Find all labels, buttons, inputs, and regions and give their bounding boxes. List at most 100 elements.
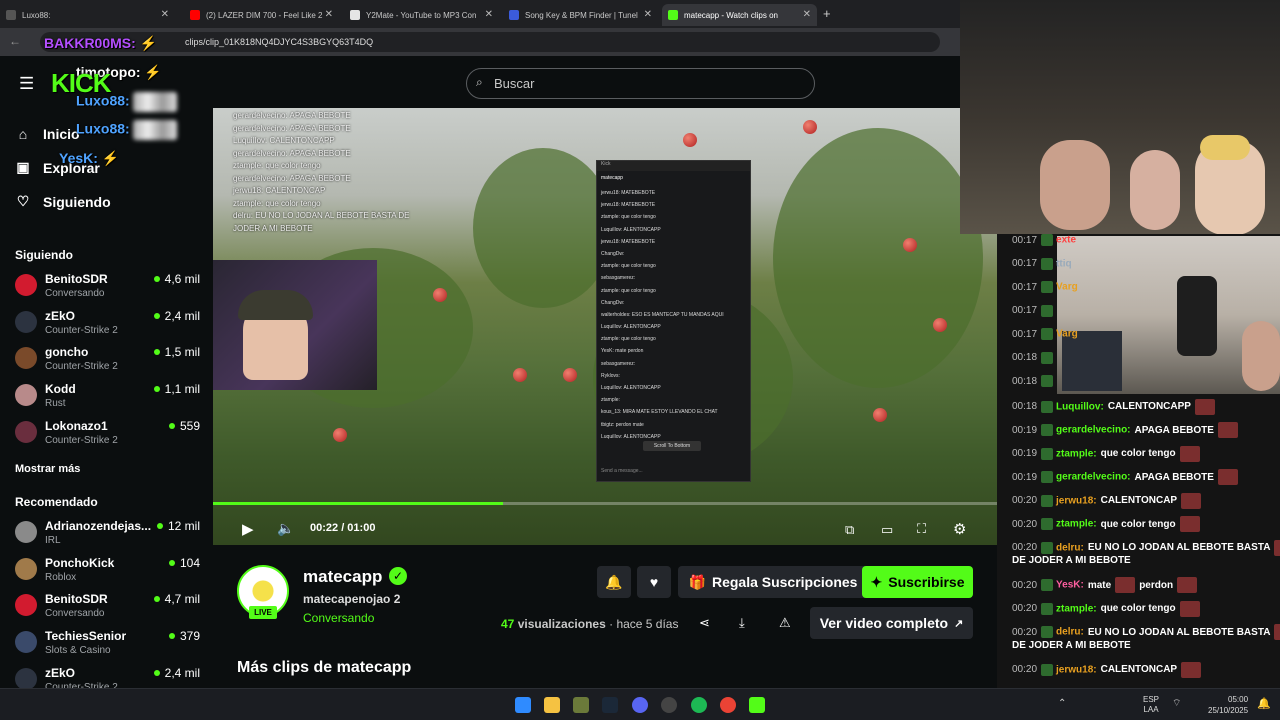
nav-siguiendo[interactable]: ♡ Siguiendo — [16, 193, 111, 210]
full-video-button[interactable]: Ver video completo ↗ — [810, 607, 973, 639]
channel-name: zEkO — [45, 308, 76, 323]
settings-icon[interactable]: ⚙ — [953, 520, 966, 538]
tab-2[interactable]: (2) LAZER DIM 700 - Feel Like 2 ✕ — [184, 4, 339, 26]
chat-username[interactable]: jerwu18: — [1056, 495, 1097, 506]
chat-username[interactable]: ztample: — [1056, 519, 1097, 530]
fullscreen-icon[interactable]: ⛶ — [917, 521, 926, 537]
viewer-count: 2,4 mil — [154, 666, 200, 680]
chat-username[interactable]: YesK: — [1056, 580, 1084, 591]
inner-chat-input[interactable]: Send a message... — [601, 465, 719, 477]
show-more-link[interactable]: Mostrar más — [15, 463, 80, 475]
tray-chevron-icon[interactable]: ⌃ — [1058, 698, 1066, 709]
clock[interactable]: 05:00 25/10/2025 — [1208, 694, 1248, 716]
notification-bell-button[interactable]: 🔔 — [597, 566, 631, 598]
hamburger-menu-icon[interactable]: ☰ — [19, 74, 34, 94]
recommended-channel-row[interactable]: PonchoKick Roblox 104 — [15, 556, 200, 590]
volume-icon[interactable]: 🔈 — [277, 520, 294, 537]
inner-chat-line: ztample: que color tengo — [601, 336, 656, 343]
chat-username[interactable]: ztample: — [1056, 603, 1097, 614]
download-icon[interactable]: ⤓ — [739, 615, 745, 631]
tab-3[interactable]: Y2Mate - YouTube to MP3 Con ✕ — [344, 4, 499, 26]
following-channel-row[interactable]: goncho Counter-Strike 2 1,5 mil — [15, 345, 200, 379]
url-field[interactable]: clips/clip_01K818NQ4DJYC4S3BGYQ63T4DQ — [40, 32, 940, 52]
tab-5-active[interactable]: matecapp - Watch clips on ✕ — [662, 4, 817, 26]
pip-icon[interactable]: ⧉ — [845, 522, 854, 538]
chat-username[interactable]: ttiq — [1056, 258, 1072, 269]
language-indicator[interactable]: ESP LAA — [1143, 695, 1159, 715]
theater-icon[interactable]: ▭ — [881, 522, 893, 538]
chat-username[interactable]: delru: — [1056, 542, 1084, 553]
chat-username[interactable]: Varg — [1056, 329, 1078, 340]
recommended-channel-row[interactable]: Adrianozendejas... IRL 12 mil — [15, 519, 200, 553]
back-arrow-icon[interactable]: ← — [9, 34, 21, 48]
chrome-icon[interactable] — [720, 697, 736, 713]
kick-favicon-icon — [668, 10, 678, 20]
close-icon[interactable]: ✕ — [325, 9, 333, 20]
tab-4[interactable]: Song Key & BPM Finder | Tunel ✕ — [503, 4, 658, 26]
following-channel-row[interactable]: BenitoSDR Conversando 4,6 mil — [15, 272, 200, 306]
chat-text: APAGA BEBOTE — [1134, 471, 1214, 483]
close-icon[interactable]: ✕ — [803, 9, 811, 20]
following-channel-row[interactable]: Kodd Rust 1,1 mil — [15, 382, 200, 416]
tab-1[interactable]: Luxo88: ✕ — [0, 4, 175, 26]
share-icon[interactable]: ⋖ — [699, 615, 710, 631]
chat-timestamp: 00:18 — [1012, 375, 1038, 387]
recommended-channel-row[interactable]: TechiesSenior Slots & Casino 379 — [15, 629, 200, 663]
chat-username[interactable]: ztample: — [1056, 448, 1097, 459]
obs-icon[interactable] — [661, 697, 677, 713]
channel-name: Adrianozendejas... — [45, 519, 152, 533]
steam-icon[interactable] — [602, 697, 618, 713]
new-tab-icon[interactable]: + — [823, 6, 831, 21]
view-count: 47 visualizaciones · hace 5 días — [501, 617, 679, 631]
clip-category[interactable]: Conversando — [303, 611, 374, 625]
chat-timestamp: 00:20 — [1012, 579, 1038, 591]
notification-icon[interactable]: 🔔 — [1257, 697, 1271, 710]
chat-badge-icon — [1041, 663, 1054, 676]
close-icon[interactable]: ✕ — [644, 9, 652, 20]
chat-username[interactable]: gerardelvecino: — [1056, 472, 1130, 483]
close-icon[interactable]: ✕ — [161, 9, 169, 20]
progress-track[interactable] — [213, 502, 997, 505]
windows-start-icon[interactable] — [515, 697, 531, 713]
play-icon[interactable]: ▶ — [242, 520, 254, 538]
chat-username[interactable]: Luquillov: — [1056, 401, 1104, 412]
wifi-icon[interactable]: ⌔ — [1172, 697, 1181, 710]
emote-icon — [1274, 624, 1280, 640]
file-explorer-icon[interactable] — [544, 697, 560, 713]
following-channel-row[interactable]: zEkO Counter-Strike 2 2,4 mil — [15, 309, 200, 343]
scroll-to-bottom-button[interactable]: Scroll To Bottom — [643, 441, 701, 451]
compass-icon: ▣ — [16, 159, 30, 175]
inner-chat-line: YesK: mate perdon — [601, 348, 644, 355]
follow-heart-button[interactable]: ♥ — [637, 566, 671, 598]
clip-chat-line: gerardelvecino: APAGA BEBOTE — [233, 173, 351, 183]
app-icon[interactable] — [573, 697, 589, 713]
tab-label: (2) LAZER DIM 700 - Feel Like 2 — [206, 10, 323, 20]
subscribe-button[interactable]: ✦ Suscribirse — [862, 566, 973, 598]
stream-chat-message: 00:20 ztample: que color tengo — [1012, 516, 1200, 532]
discord-icon[interactable] — [632, 697, 648, 713]
channel-name[interactable]: matecapp — [303, 567, 382, 587]
following-channel-row[interactable]: Lokonazo1 Counter-Strike 2 559 — [15, 419, 200, 453]
chat-timestamp: 00:20 — [1012, 495, 1038, 507]
nav-inicio[interactable]: ⌂ Inicio — [16, 126, 80, 142]
live-badge: LIVE — [249, 606, 277, 619]
close-icon[interactable]: ✕ — [485, 9, 493, 20]
chat-username[interactable]: exte — [1056, 235, 1076, 246]
home-icon: ⌂ — [18, 126, 28, 142]
chat-username[interactable]: gerardelvecino: — [1056, 425, 1130, 436]
gift-subs-button[interactable]: 🎁 Regala Suscripciones — [678, 566, 868, 598]
recommended-channel-row[interactable]: BenitoSDR Conversando 4,7 mil — [15, 592, 200, 626]
emote-icon — [1181, 492, 1202, 509]
chat-username[interactable]: delru: — [1056, 627, 1084, 638]
heart-icon: ♡ — [16, 193, 30, 209]
inner-chat-line: jerwu18: MATEBEBOTE — [601, 202, 656, 209]
channel-category: Counter-Strike 2 — [45, 324, 118, 336]
viewer-count: 104 — [169, 556, 200, 570]
chat-username[interactable]: jerwu18: — [1056, 664, 1097, 675]
chat-username[interactable]: Varg — [1056, 282, 1078, 293]
report-icon[interactable]: ⚠ — [779, 615, 791, 631]
inner-chat-line: Ryklovs: — [601, 372, 620, 379]
search-input[interactable]: ⌕ Buscar — [466, 68, 815, 99]
kick-app-icon[interactable] — [749, 697, 765, 713]
spotify-icon[interactable] — [691, 697, 707, 713]
